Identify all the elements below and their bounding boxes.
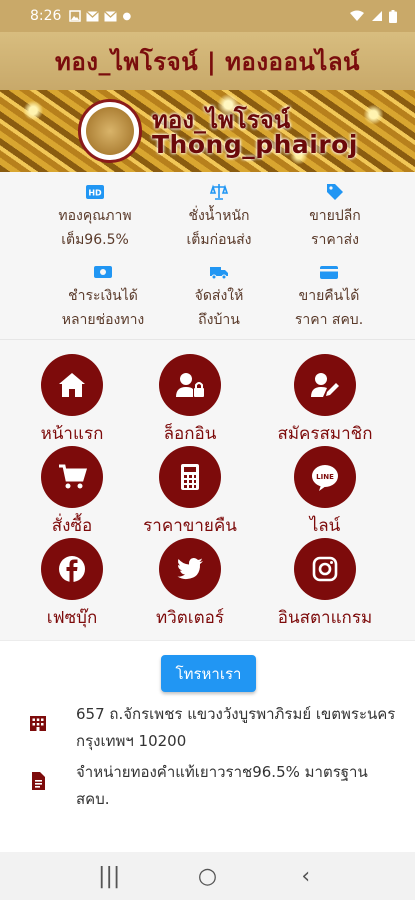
- svg-text:LINE: LINE: [316, 473, 334, 481]
- page-title: ทอง_ไพโรจน์ | ทองออนไลน์: [55, 47, 360, 76]
- recent-apps-icon[interactable]: |||: [89, 856, 129, 896]
- document-icon: [0, 759, 76, 813]
- status-right-icons: [349, 9, 397, 23]
- truck-icon: [208, 262, 230, 282]
- instagram-icon: [294, 538, 356, 600]
- money-icon: [92, 262, 114, 282]
- address-row: 657 ถ.จักรเพชร แขวงวังบูรพาภิรมย์ เขตพระ…: [0, 701, 415, 755]
- banner-title-english: Thong_phairoj: [152, 130, 358, 159]
- back-nav-icon[interactable]: ‹: [286, 856, 326, 896]
- mail-icon: [104, 10, 118, 21]
- line-icon: LINE: [294, 446, 356, 508]
- contact-section: โทรหาเรา 657 ถ.จักรเพชร แขวงวังบูรพาภิรม…: [0, 640, 415, 852]
- menu-login-label: ล็อกอิน: [163, 424, 217, 444]
- building-icon: [0, 701, 76, 755]
- calculator-icon: [159, 446, 221, 508]
- menu-twitter-label: ทวิตเตอร์: [156, 608, 224, 628]
- feature-highlights: HD ทองคุณภาพ เต็ม96.5% ชั่งน้ำหนัก เต็มก…: [0, 172, 415, 340]
- hd-quality-icon: HD: [84, 182, 106, 202]
- svg-text:HD: HD: [88, 189, 102, 198]
- twitter-icon: [159, 538, 221, 600]
- home-icon: [41, 354, 103, 416]
- system-nav-bar: ||| ○ ‹: [0, 852, 415, 900]
- menu-buyback-price[interactable]: ราคาขายคืน: [121, 446, 259, 539]
- scale-icon: [208, 182, 230, 202]
- feature-quality: HD ทองคุณภาพ เต็ม96.5%: [26, 176, 164, 252]
- menu-twitter[interactable]: ทวิตเตอร์: [121, 538, 259, 631]
- status-bar: 8:26 ●: [0, 0, 415, 32]
- menu-line-label: ไลน์: [309, 516, 341, 536]
- cart-icon: [41, 446, 103, 508]
- feature-buyback: ขายคืนได้ ราคา สคบ.: [260, 256, 398, 332]
- feature-retail: ขายปลีก ราคาส่ง: [266, 176, 404, 252]
- main-menu: หน้าแรก ล็อกอิน สมัครสมาชิก สั่งซื้อ ราค…: [0, 340, 415, 640]
- tag-icon: [324, 182, 346, 202]
- notification-icons: ●: [69, 10, 131, 22]
- user-lock-icon: [159, 354, 221, 416]
- menu-instagram-label: อินสตาแกรม: [277, 608, 373, 628]
- wifi-icon: [350, 10, 364, 21]
- dot-icon: ●: [122, 10, 132, 22]
- call-us-button[interactable]: โทรหาเรา: [161, 655, 256, 692]
- menu-buyback-price-label: ราคาขายคืน: [143, 516, 237, 536]
- battery-icon: [389, 9, 397, 23]
- app-header: ทอง_ไพโรจน์ | ทองออนไลน์: [0, 32, 415, 90]
- status-time: 8:26: [30, 8, 62, 24]
- brand-banner: ทอง_ไพโรจน์ Thong_phairoj: [0, 90, 415, 172]
- card-icon: [318, 262, 340, 282]
- menu-register[interactable]: สมัครสมาชิก: [256, 354, 394, 447]
- home-nav-icon[interactable]: ○: [187, 856, 227, 896]
- address-text: 657 ถ.จักรเพชร แขวงวังบูรพาภิรมย์ เขตพระ…: [76, 705, 396, 750]
- gallery-icon: [69, 10, 82, 22]
- signal-icon: [372, 11, 382, 21]
- user-edit-icon: [294, 354, 356, 416]
- menu-line[interactable]: LINE ไลน์: [256, 446, 394, 539]
- description-row: จำหน่ายทองคำแท้เยาวราช96.5% มาตรฐาน สคบ.: [0, 759, 415, 813]
- menu-instagram[interactable]: อินสตาแกรม: [256, 538, 394, 631]
- facebook-icon: [41, 538, 103, 600]
- mail-icon: [86, 10, 100, 21]
- description-text: จำหน่ายทองคำแท้เยาวราช96.5% มาตรฐาน สคบ.: [76, 763, 368, 808]
- menu-register-label: สมัครสมาชิก: [277, 424, 373, 444]
- menu-login[interactable]: ล็อกอิน: [121, 354, 259, 447]
- brand-logo: [78, 99, 142, 163]
